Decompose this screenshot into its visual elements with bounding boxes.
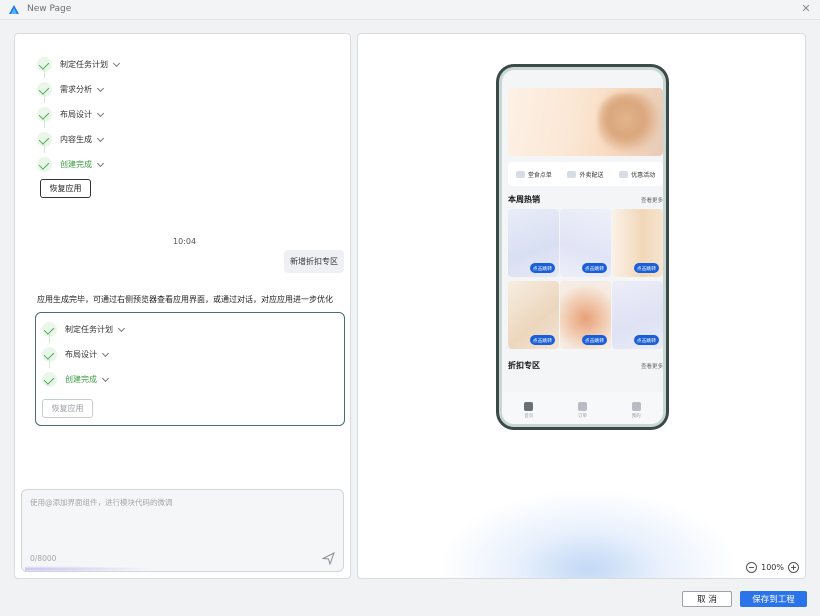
- step-label: 创建完成: [60, 160, 92, 169]
- product-card[interactable]: 点击跳转: [560, 281, 611, 349]
- zoom-control: 100%: [746, 562, 799, 573]
- step-label: 布局设计: [60, 110, 92, 119]
- jump-button[interactable]: 点击跳转: [633, 335, 659, 345]
- step-item[interactable]: 布局设计: [37, 102, 119, 128]
- chat-panel: 制定任务计划 需求分析 布局设计 内容生成 创建完成 恢复应用 10:04 新增…: [14, 33, 351, 579]
- ticket-icon: [619, 170, 629, 178]
- cup-icon: [515, 170, 525, 178]
- home-icon: [524, 401, 534, 411]
- generation-result-card: 制定任务计划 布局设计 创建完成 恢复应用: [35, 312, 345, 426]
- input-focus-glow: [25, 566, 155, 572]
- phone-frame: 堂食点单 外卖配送 优惠活动 本周热销 查看更多 点击跳转 点击跳转 点击跳转 …: [496, 64, 669, 430]
- product-card[interactable]: 点击跳转: [508, 209, 559, 277]
- jump-button[interactable]: 点击跳转: [581, 335, 607, 345]
- chevron-down-icon[interactable]: [96, 134, 105, 142]
- product-card[interactable]: 点击跳转: [612, 209, 663, 277]
- assistant-reply: 应用生成完毕，可通过右侧预览器查看应用界面，或通过对话，对应应用进一步优化: [37, 295, 333, 304]
- chevron-down-icon[interactable]: [101, 349, 110, 357]
- user-message-bubble: 新增折扣专区: [284, 250, 344, 273]
- check-circle-icon: [42, 372, 57, 387]
- task-steps: 制定任务计划 布局设计 创建完成: [42, 317, 126, 392]
- banner-image[interactable]: [508, 88, 663, 156]
- step-item[interactable]: 创建完成: [37, 152, 119, 177]
- step-item[interactable]: 创建完成: [42, 367, 124, 392]
- send-icon[interactable]: [322, 552, 335, 565]
- jump-button[interactable]: 点击跳转: [529, 335, 555, 345]
- product-card[interactable]: 点击跳转: [508, 281, 559, 349]
- step-item[interactable]: 制定任务计划: [42, 317, 126, 343]
- step-label: 制定任务计划: [60, 60, 108, 69]
- chat-input[interactable]: 使用@添加界面组件，进行模块代码的微调 0/8000: [21, 489, 344, 572]
- check-circle-icon: [37, 157, 52, 172]
- section-header-discount: 折扣专区 查看更多: [508, 360, 663, 371]
- zoom-out-icon[interactable]: [746, 562, 758, 573]
- step-label: 创建完成: [65, 375, 97, 384]
- task-steps: 制定任务计划 需求分析 布局设计 内容生成 创建完成: [37, 52, 121, 177]
- jump-button[interactable]: 点击跳转: [581, 263, 607, 273]
- chip-delivery[interactable]: 外卖配送: [567, 170, 603, 179]
- chip-promotions[interactable]: 优惠活动: [619, 170, 655, 179]
- close-icon[interactable]: ✕: [800, 3, 812, 15]
- input-placeholder: 使用@添加界面组件，进行模块代码的微调: [30, 498, 173, 507]
- scooter-icon: [567, 170, 577, 178]
- see-more-link[interactable]: 查看更多: [641, 362, 663, 370]
- message-time: 10:04: [173, 237, 197, 246]
- truncated-text-line: [37, 34, 327, 38]
- cancel-button[interactable]: 取 消: [682, 591, 732, 607]
- title-bar: New Page ✕: [0, 0, 820, 20]
- jump-button[interactable]: 点击跳转: [529, 263, 555, 273]
- chevron-down-icon[interactable]: [96, 84, 105, 92]
- section-header-hot: 本周热销 查看更多: [508, 194, 663, 205]
- char-counter: 0/8000: [30, 554, 57, 563]
- preview-glow: [438, 489, 738, 578]
- step-item[interactable]: 布局设计: [42, 342, 124, 368]
- product-card[interactable]: 点击跳转: [560, 209, 611, 277]
- profile-icon: [631, 401, 641, 411]
- chevron-down-icon[interactable]: [96, 109, 105, 117]
- save-to-project-button[interactable]: 保存到工程: [740, 591, 807, 607]
- step-label: 内容生成: [60, 135, 92, 144]
- order-icon: [577, 401, 587, 411]
- chevron-down-icon[interactable]: [96, 159, 105, 167]
- bottom-tab-bar: 首页 订单 我的: [502, 392, 663, 424]
- section-title: 折扣专区: [508, 361, 540, 370]
- chevron-down-icon[interactable]: [112, 59, 121, 67]
- step-item[interactable]: 内容生成: [37, 127, 119, 153]
- chevron-down-icon[interactable]: [117, 324, 126, 332]
- zoom-level: 100%: [761, 563, 784, 572]
- restore-app-button-disabled[interactable]: 恢复应用: [42, 399, 93, 418]
- step-label: 需求分析: [60, 85, 92, 94]
- app-logo-icon: [9, 5, 19, 14]
- jump-button[interactable]: 点击跳转: [633, 263, 659, 273]
- section-title: 本周热销: [508, 195, 540, 204]
- phone-screen: 堂食点单 外卖配送 优惠活动 本周热销 查看更多 点击跳转 点击跳转 点击跳转 …: [502, 70, 663, 424]
- tab-orders[interactable]: 订单: [577, 401, 587, 419]
- step-item[interactable]: 制定任务计划: [37, 52, 121, 78]
- service-chips: 堂食点单 外卖配送 优惠活动: [508, 162, 663, 186]
- product-card[interactable]: 点击跳转: [612, 281, 663, 349]
- tab-home[interactable]: 首页: [524, 401, 534, 419]
- chevron-down-icon[interactable]: [101, 374, 110, 382]
- restore-app-button[interactable]: 恢复应用: [40, 179, 91, 198]
- step-label: 布局设计: [65, 350, 97, 359]
- tab-profile[interactable]: 我的: [631, 401, 641, 419]
- see-more-link[interactable]: 查看更多: [641, 196, 663, 204]
- preview-panel: 堂食点单 外卖配送 优惠活动 本周热销 查看更多 点击跳转 点击跳转 点击跳转 …: [357, 33, 806, 579]
- chip-dine-in[interactable]: 堂食点单: [515, 170, 552, 179]
- step-item[interactable]: 需求分析: [37, 77, 119, 103]
- step-label: 制定任务计划: [65, 325, 113, 334]
- zoom-in-icon[interactable]: [788, 562, 799, 573]
- window-title: New Page: [27, 4, 72, 14]
